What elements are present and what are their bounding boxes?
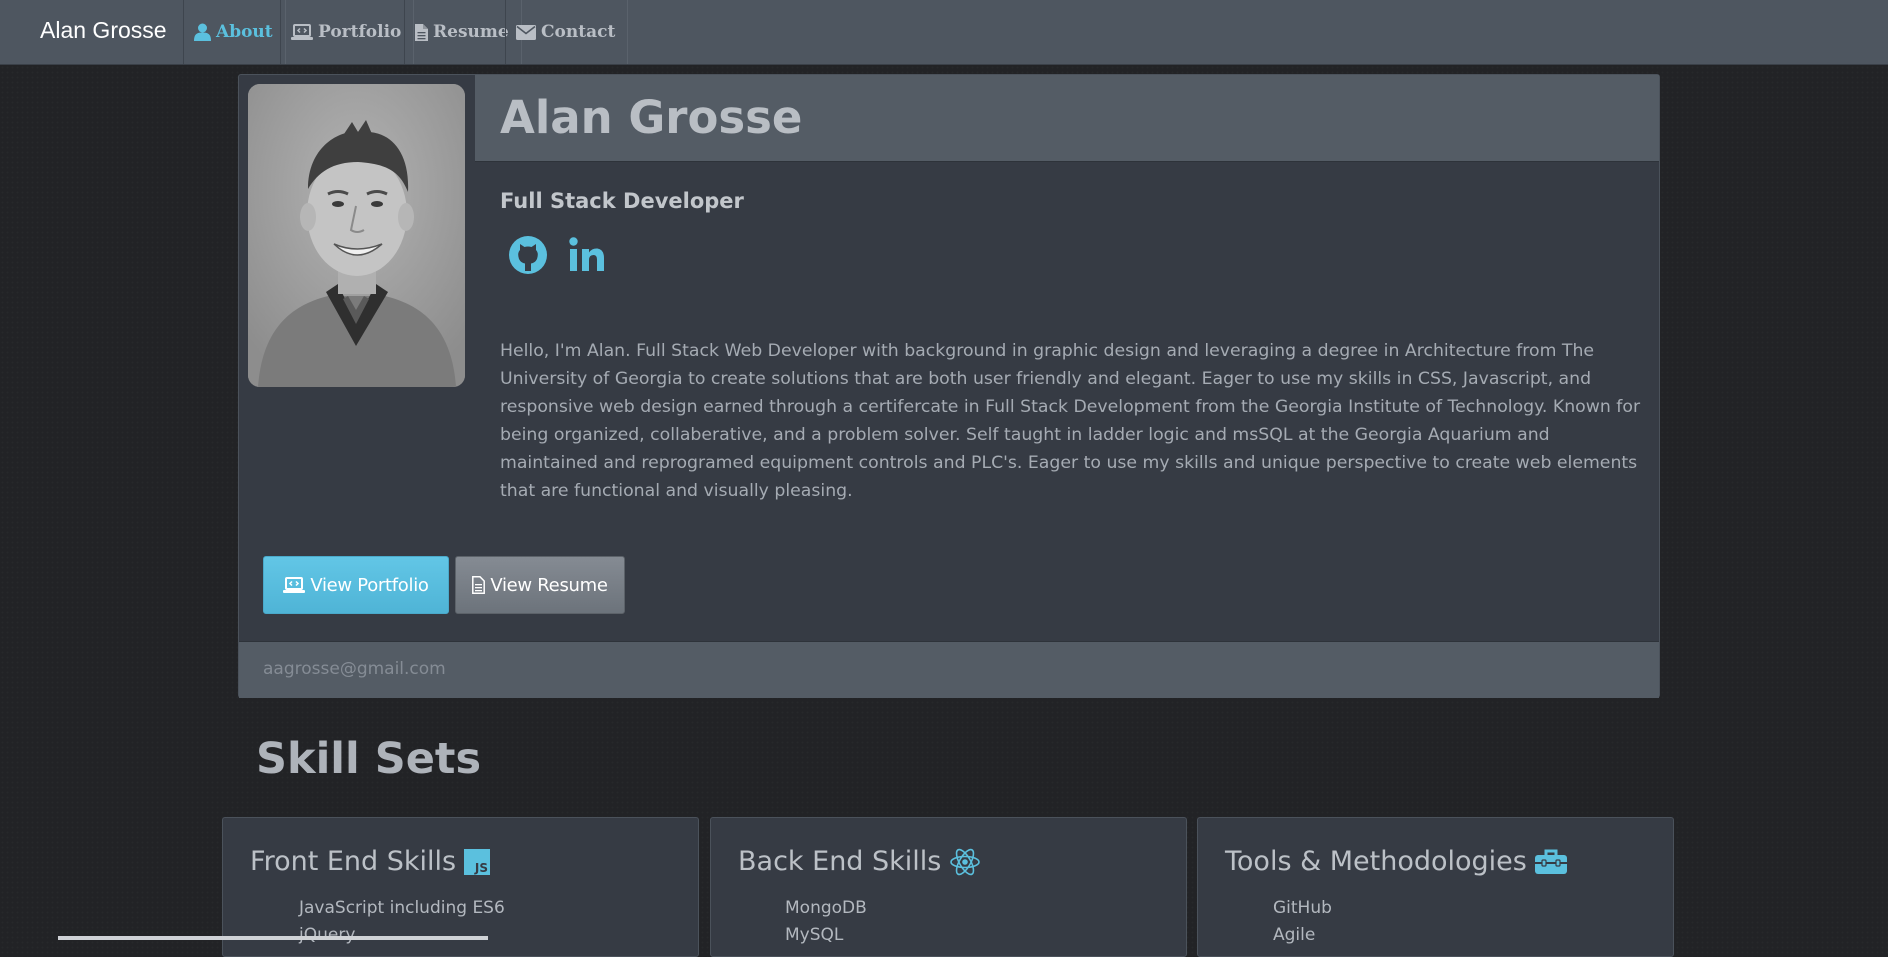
github-link[interactable] (508, 235, 548, 279)
list-item: MongoDB (785, 898, 867, 918)
front-end-skills-list: JavaScript including ES6 jQuery (299, 895, 505, 949)
linkedin-link[interactable] (568, 235, 606, 279)
github-icon (509, 236, 547, 274)
back-end-skills-card: Back End Skills MongoDB MySQL (710, 817, 1187, 957)
tools-methodologies-title: Tools & Methodologies (1225, 846, 1567, 877)
view-portfolio-button[interactable]: View Portfolio (263, 556, 449, 614)
brand-link[interactable]: Alan Grosse (40, 17, 167, 44)
envelope-icon (516, 24, 536, 40)
nav-about-label: About (216, 22, 273, 42)
js-icon: JS (464, 848, 491, 875)
svg-text:JS: JS (474, 861, 488, 875)
front-end-skills-title: Front End Skills JS (250, 846, 491, 877)
view-portfolio-label: View Portfolio (310, 574, 429, 596)
back-end-skills-list: MongoDB MySQL (785, 895, 867, 949)
linkedin-icon (569, 237, 604, 271)
laptop-code-icon (291, 23, 313, 40)
file-icon (472, 576, 486, 594)
laptop-code-icon (283, 576, 306, 593)
horizontal-scrollbar[interactable] (58, 936, 488, 940)
react-icon (950, 848, 981, 875)
job-title: Full Stack Developer (500, 189, 744, 213)
view-resume-label: View Resume (490, 574, 608, 596)
list-item: MySQL (785, 925, 844, 945)
list-item: JavaScript including ES6 (299, 898, 505, 918)
back-end-skills-title: Back End Skills (738, 846, 981, 877)
view-resume-button[interactable]: View Resume (455, 556, 625, 614)
nav-resume-label: Resume (433, 22, 509, 42)
portrait-image (248, 84, 465, 387)
email-text: aagrosse@gmail.com (263, 659, 446, 679)
front-end-skills-label: Front End Skills (250, 846, 457, 877)
card-footer: aagrosse@gmail.com (239, 641, 1659, 698)
nav-portfolio-label: Portfolio (318, 22, 402, 42)
file-icon (415, 23, 428, 41)
tools-methodologies-card: Tools & Methodologies GitHub Agile (1197, 817, 1674, 957)
nav-about[interactable]: About (183, 0, 286, 64)
tools-methodologies-list: GitHub Agile (1273, 895, 1332, 949)
toolbox-icon (1534, 849, 1567, 874)
nav-portfolio[interactable]: Portfolio (280, 0, 415, 64)
nav-contact-label: Contact (541, 22, 616, 42)
bio-text: Hello, I'm Alan. Full Stack Web Develope… (500, 341, 1641, 501)
back-end-skills-label: Back End Skills (738, 846, 942, 877)
list-item: Agile (1273, 925, 1316, 945)
profile-name: Alan Grosse (500, 91, 803, 144)
card-header: Alan Grosse (475, 75, 1659, 162)
nav-contact[interactable]: Contact (505, 0, 629, 64)
profile-photo (248, 84, 465, 387)
user-icon (194, 23, 211, 41)
top-navbar: Alan Grosse About Portfolio Resume Conta… (0, 0, 1888, 65)
list-item: GitHub (1273, 898, 1332, 918)
tools-methodologies-label: Tools & Methodologies (1225, 846, 1527, 877)
skill-sets-heading: Skill Sets (256, 734, 482, 784)
profile-card: Alan Grosse Full Stack Developer Hello, … (238, 74, 1660, 698)
